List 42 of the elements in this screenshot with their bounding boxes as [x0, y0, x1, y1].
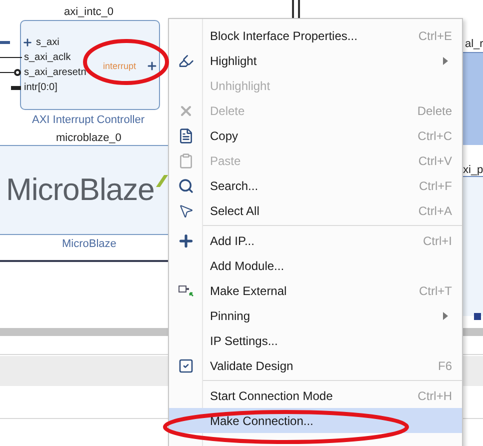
plus-icon — [176, 232, 194, 250]
bus-port-icon — [11, 86, 21, 90]
ip-block[interactable] — [0, 145, 168, 235]
port-icon — [474, 313, 481, 320]
port-label: s_axi_aclk — [23, 51, 71, 65]
menu-item[interactable]: Add Module... — [169, 253, 462, 278]
menu-item[interactable]: Start Connection Mode Ctrl+H — [169, 383, 462, 408]
search-icon — [178, 178, 194, 194]
plus-icon[interactable] — [146, 60, 158, 72]
menu-item[interactable]: Block Interface Properties... Ctrl+E — [169, 23, 462, 48]
checkbox-icon — [178, 358, 194, 374]
paste-icon — [178, 152, 194, 168]
port-arrow-icon — [178, 284, 194, 296]
block-instance-name: xi_p — [463, 163, 483, 178]
block-type-label: AXI Interrupt Controller — [32, 113, 144, 128]
block-instance-name: axi_intc_0 — [64, 5, 114, 20]
menu-item[interactable]: Search... Ctrl+F — [169, 173, 462, 198]
highlighter-icon — [178, 52, 194, 68]
plus-icon[interactable] — [22, 37, 33, 48]
block-instance-name: al_r — [465, 37, 483, 52]
port-label: s_axi — [36, 36, 60, 50]
ip-block[interactable] — [20, 20, 160, 110]
bus-wire — [0, 41, 10, 44]
menu-item[interactable]: IP Settings... — [169, 328, 462, 353]
menu-item[interactable]: Add IP... Ctrl+I — [169, 228, 462, 253]
menu-item[interactable]: Copy Ctrl+C — [169, 123, 462, 148]
menu-item[interactable]: Highlight — [169, 48, 462, 73]
block-type-label: MicroBlaze — [62, 237, 116, 252]
pointer-icon — [178, 202, 194, 218]
copy-icon — [178, 128, 194, 144]
menu-item[interactable]: Validate Design F6 — [169, 353, 462, 378]
menu-item[interactable]: Make External Ctrl+T — [169, 278, 462, 303]
inverted-port-icon — [14, 69, 21, 76]
logo-text: MicroBlaze — [6, 172, 154, 208]
output-port-label: interrupt — [103, 60, 136, 73]
block-instance-name: microblaze_0 — [56, 131, 122, 146]
port-wire — [0, 72, 14, 73]
port-label: s_axi_aresetn — [23, 66, 86, 80]
port-label: intr[0:0] — [23, 81, 58, 95]
menu-item[interactable]: Select All Ctrl+A — [169, 198, 462, 223]
menu-item[interactable]: Pinning — [169, 303, 462, 328]
port-wire — [0, 57, 22, 58]
